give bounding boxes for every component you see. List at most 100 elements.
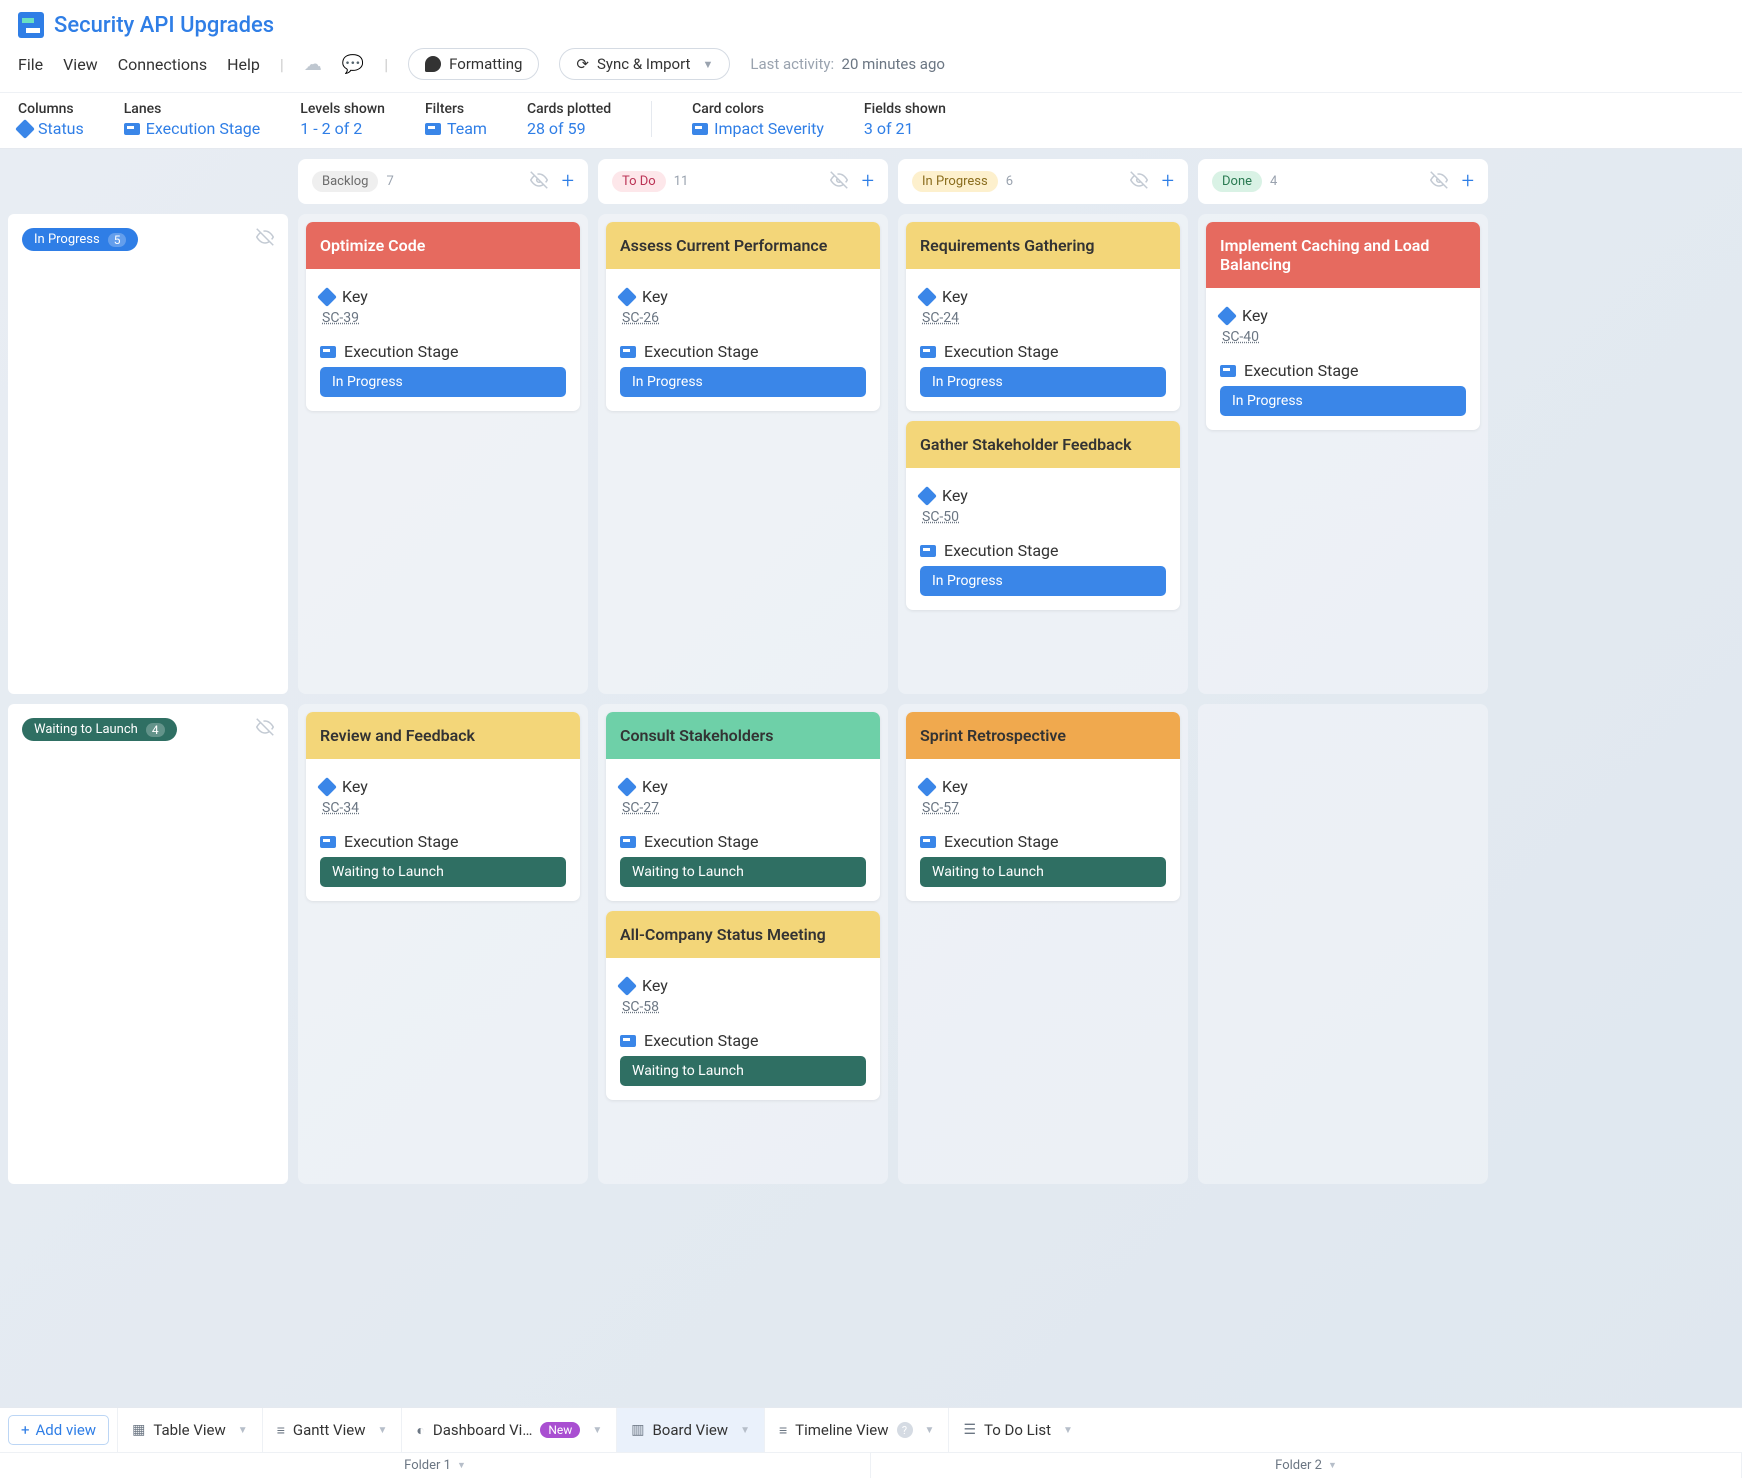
column-body[interactable]: Requirements Gathering Key SC-24 Executi… (898, 214, 1188, 694)
kanban-card[interactable]: Implement Caching and Load Balancing Key… (1206, 222, 1480, 430)
view-tab[interactable]: ≡ Timeline View?▼ (764, 1408, 948, 1452)
view-tab[interactable]: ≡ Gantt View▼ (262, 1408, 402, 1452)
card-key-value[interactable]: SC-34 (322, 800, 359, 816)
kanban-card[interactable]: Sprint Retrospective Key SC-57 Execution… (906, 712, 1180, 901)
view-tab[interactable]: ◐ Dashboard Vi…New▼ (401, 1408, 616, 1452)
sync-icon: ⟳ (576, 55, 589, 73)
kanban-card[interactable]: Review and Feedback Key SC-34 Execution … (306, 712, 580, 901)
eye-off-icon[interactable] (256, 228, 274, 250)
view-tab[interactable]: ▦ Table View▼ (117, 1408, 262, 1452)
filter-columns[interactable]: Columns Status (18, 101, 84, 138)
sync-import-button[interactable]: ⟳ Sync & Import ▼ (559, 48, 730, 80)
card-stage-badge: In Progress (620, 367, 866, 397)
card-title: Optimize Code (306, 222, 580, 269)
menu-view[interactable]: View (63, 55, 98, 74)
card-field-key-label: Key (920, 486, 1166, 505)
filter-cards[interactable]: Cards plotted 28 of 59 (527, 101, 611, 138)
card-field-key-label: Key (320, 777, 566, 796)
lane-pill[interactable]: In Progress 5 (22, 228, 138, 251)
chevron-down-icon[interactable]: ▼ (377, 1425, 387, 1436)
card-field-stage-label: Execution Stage (920, 342, 1166, 361)
app-logo[interactable] (18, 12, 44, 38)
add-card-icon[interactable]: + (1462, 169, 1474, 194)
filter-fields[interactable]: Fields shown 3 of 21 (864, 101, 946, 138)
new-badge: New (540, 1422, 580, 1438)
column-body[interactable] (1198, 704, 1488, 1184)
card-title: Review and Feedback (306, 712, 580, 759)
view-icon: ▥ (631, 1422, 644, 1438)
card-title: Sprint Retrospective (906, 712, 1180, 759)
filter-colors[interactable]: Card colors Impact Severity (692, 101, 824, 138)
add-card-icon[interactable]: + (1162, 169, 1174, 194)
card-field-stage-label: Execution Stage (620, 342, 866, 361)
column-body[interactable]: Assess Current Performance Key SC-26 Exe… (598, 214, 888, 694)
chevron-down-icon[interactable]: ▼ (1328, 1460, 1337, 1471)
formatting-button[interactable]: Formatting (408, 48, 539, 80)
rect-icon (124, 123, 140, 135)
filter-levels[interactable]: Levels shown 1 - 2 of 2 (300, 101, 385, 138)
card-key-value[interactable]: SC-58 (622, 999, 659, 1015)
card-key-value[interactable]: SC-27 (622, 800, 659, 816)
card-key-value[interactable]: SC-26 (622, 310, 659, 326)
menu-help[interactable]: Help (227, 55, 260, 74)
card-stage-badge: Waiting to Launch (320, 857, 566, 887)
chevron-down-icon[interactable]: ▼ (925, 1425, 935, 1436)
rect-icon (920, 545, 936, 557)
add-card-icon[interactable]: + (562, 169, 574, 194)
menu-connections[interactable]: Connections (118, 55, 207, 74)
folder-tab[interactable]: Folder 2▼ (871, 1453, 1742, 1478)
add-card-icon[interactable]: + (862, 169, 874, 194)
kanban-card[interactable]: Gather Stakeholder Feedback Key SC-50 Ex… (906, 421, 1180, 610)
column-body[interactable]: Optimize Code Key SC-39 Execution Stage … (298, 214, 588, 694)
lane-pill[interactable]: Waiting to Launch 4 (22, 718, 177, 741)
eye-off-icon[interactable] (530, 171, 548, 193)
chevron-down-icon[interactable]: ▼ (1063, 1425, 1073, 1436)
filter-filters[interactable]: Filters Team (425, 101, 487, 138)
eye-off-icon[interactable] (830, 171, 848, 193)
card-stage-badge: Waiting to Launch (620, 857, 866, 887)
card-title: Consult Stakeholders (606, 712, 880, 759)
card-key-value[interactable]: SC-40 (1222, 329, 1259, 345)
kanban-card[interactable]: Consult Stakeholders Key SC-27 Execution… (606, 712, 880, 901)
comment-icon[interactable]: 💬 (342, 54, 364, 75)
column-header: Done 4 + (1198, 159, 1488, 204)
view-icon: ≡ (277, 1422, 285, 1439)
view-tab[interactable]: ▥ Board View▼ (616, 1408, 764, 1452)
folder-tab[interactable]: Folder 1▼ (0, 1453, 871, 1478)
card-key-value[interactable]: SC-57 (922, 800, 959, 816)
chevron-down-icon[interactable]: ▼ (457, 1460, 466, 1471)
view-icon: ☰ (963, 1422, 976, 1438)
help-icon[interactable]: ? (897, 1422, 913, 1438)
card-title: Requirements Gathering (906, 222, 1180, 269)
card-field-stage-label: Execution Stage (320, 342, 566, 361)
chevron-down-icon[interactable]: ▼ (592, 1425, 602, 1436)
chevron-down-icon[interactable]: ▼ (740, 1425, 750, 1436)
column-body[interactable]: Review and Feedback Key SC-34 Execution … (298, 704, 588, 1184)
filter-lanes[interactable]: Lanes Execution Stage (124, 101, 261, 138)
card-key-value[interactable]: SC-50 (922, 509, 959, 525)
eye-off-icon[interactable] (1430, 171, 1448, 193)
kanban-card[interactable]: Requirements Gathering Key SC-24 Executi… (906, 222, 1180, 411)
column-body[interactable]: Implement Caching and Load Balancing Key… (1198, 214, 1488, 694)
cloud-icon[interactable]: ☁ (304, 54, 322, 75)
column-body[interactable]: Consult Stakeholders Key SC-27 Execution… (598, 704, 888, 1184)
card-key-value[interactable]: SC-24 (922, 310, 959, 326)
add-view-button[interactable]: + Add view (8, 1415, 109, 1445)
eye-off-icon[interactable] (256, 718, 274, 740)
rect-icon (620, 346, 636, 358)
card-title: Implement Caching and Load Balancing (1206, 222, 1480, 288)
kanban-card[interactable]: All-Company Status Meeting Key SC-58 Exe… (606, 911, 880, 1100)
column-count: 11 (674, 174, 689, 189)
column-count: 6 (1006, 174, 1013, 189)
card-stage-badge: Waiting to Launch (920, 857, 1166, 887)
card-key-value[interactable]: SC-39 (322, 310, 359, 326)
column-body[interactable]: Sprint Retrospective Key SC-57 Execution… (898, 704, 1188, 1184)
chevron-down-icon[interactable]: ▼ (238, 1425, 248, 1436)
view-tab[interactable]: ☰ To Do List▼ (948, 1408, 1086, 1452)
menu-file[interactable]: File (18, 55, 43, 74)
column-badge: Done (1212, 171, 1262, 192)
eye-off-icon[interactable] (1130, 171, 1148, 193)
kanban-card[interactable]: Assess Current Performance Key SC-26 Exe… (606, 222, 880, 411)
view-icon: ≡ (779, 1422, 787, 1439)
kanban-card[interactable]: Optimize Code Key SC-39 Execution Stage … (306, 222, 580, 411)
